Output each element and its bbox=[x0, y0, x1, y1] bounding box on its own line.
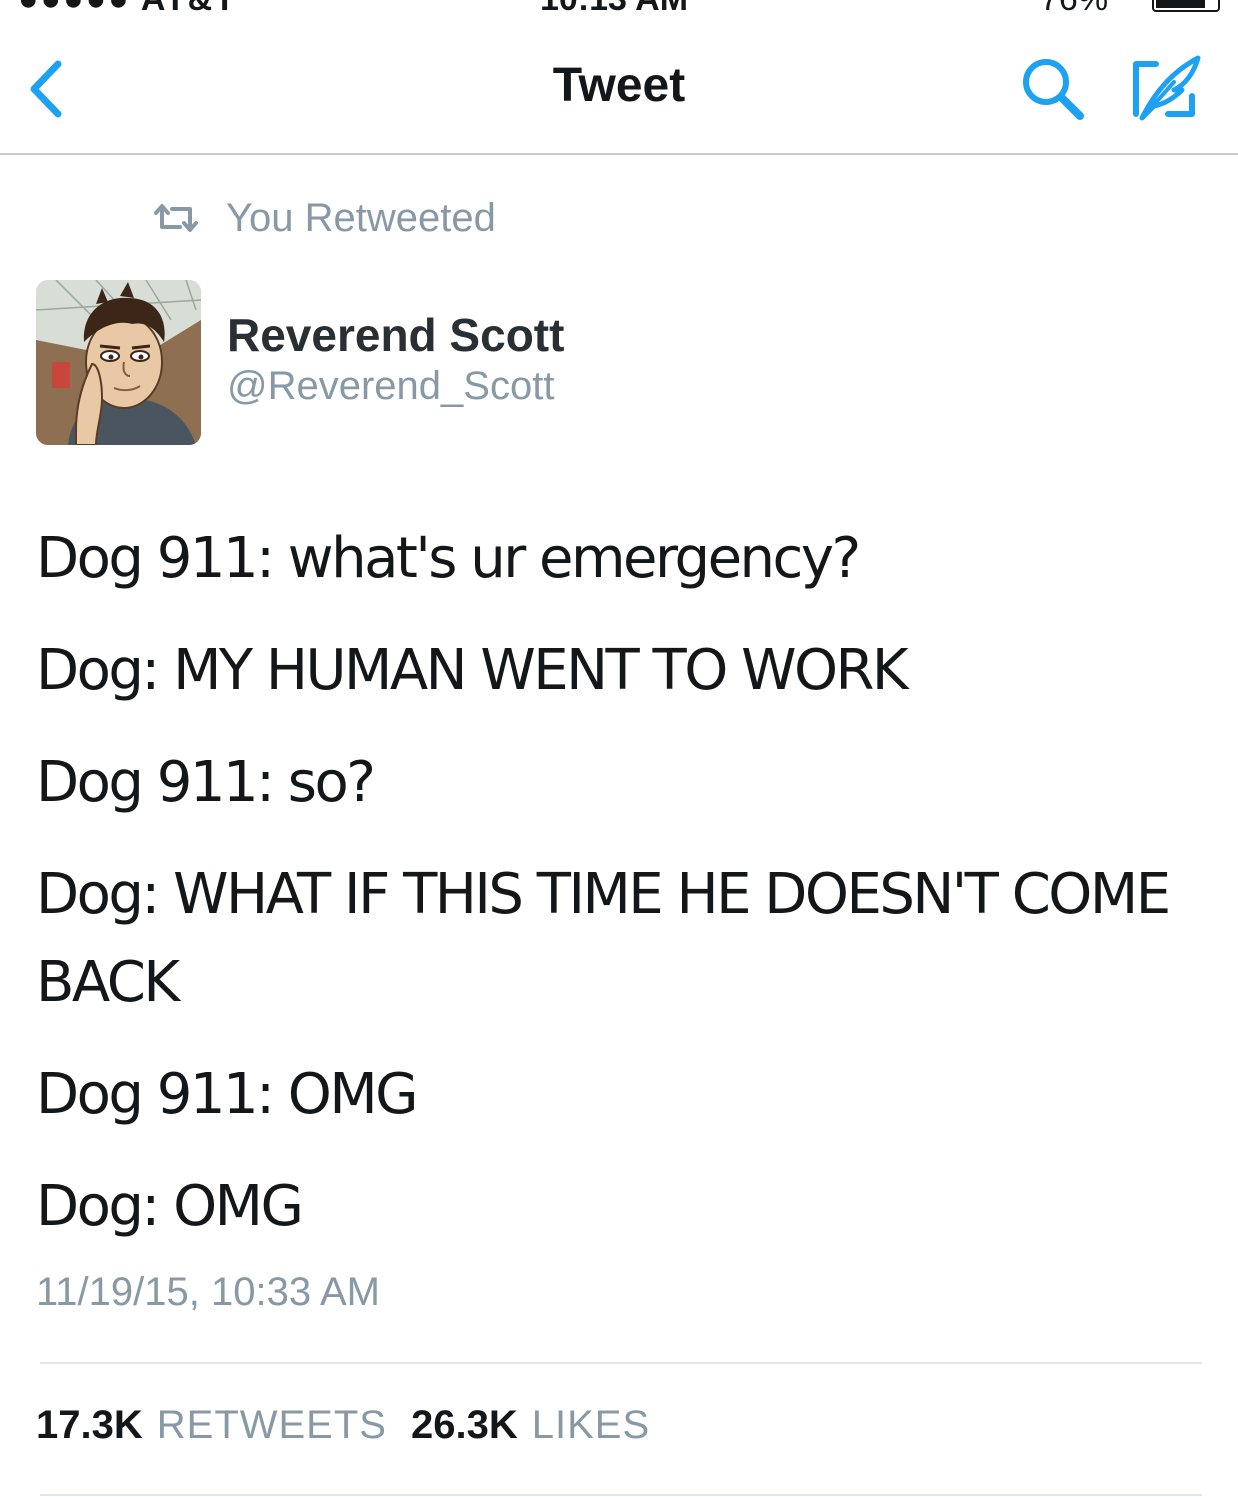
tweet-line: Dog: MY HUMAN WENT TO WORK bbox=[36, 638, 909, 703]
battery-icon bbox=[1152, 0, 1220, 12]
retweet-context: You Retweeted bbox=[152, 190, 496, 246]
retweet-icon bbox=[154, 204, 198, 232]
retweets-label: RETWEETS bbox=[156, 1403, 387, 1447]
divider bbox=[40, 1494, 1202, 1496]
tweet-line: Dog 911: OMG bbox=[36, 1062, 419, 1127]
retweets-count: 17.3K bbox=[36, 1403, 143, 1447]
author-handle[interactable]: @Reverend_Scott bbox=[227, 364, 554, 409]
retweet-context-label: You Retweeted bbox=[226, 195, 496, 240]
divider bbox=[40, 1362, 1202, 1364]
compose-button[interactable] bbox=[1128, 54, 1202, 124]
carrier-label: ●●●●● AT&T bbox=[18, 0, 237, 12]
battery-percent: 76% bbox=[1040, 0, 1108, 12]
tweet-text: Dog 911: what's ur emergency? Dog: MY HU… bbox=[36, 515, 1216, 1275]
nav-bar: Tweet bbox=[0, 12, 1238, 155]
battery-fill bbox=[1156, 0, 1205, 8]
likes-count: 26.3K bbox=[410, 1403, 518, 1447]
status-bar: ●●●●● AT&T 10:13 AM 76% bbox=[0, 0, 1238, 12]
avatar[interactable] bbox=[36, 280, 201, 445]
search-icon bbox=[1023, 59, 1084, 120]
tweet-stats: 17.3K RETWEETS 26.3K LIKES bbox=[36, 1403, 674, 1448]
likes-stat[interactable]: 26.3K LIKES bbox=[411, 1403, 650, 1448]
tweet-line: Dog 911: so? bbox=[36, 750, 376, 815]
tweet-timestamp: 11/19/15, 10:33 AM bbox=[36, 1270, 380, 1314]
author-name[interactable]: Reverend Scott bbox=[227, 308, 564, 362]
tweet-line: Dog: WHAT IF THIS TIME HE DOESN'T COME B… bbox=[36, 862, 1184, 1015]
tweet-line: Dog 911: what's ur emergency? bbox=[36, 526, 861, 591]
compose-tweet-icon bbox=[1133, 55, 1201, 121]
likes-label: LIKES bbox=[531, 1403, 651, 1447]
tweet-line: Dog: OMG bbox=[36, 1174, 304, 1239]
avatar-illustration bbox=[36, 280, 201, 445]
status-time: 10:13 AM bbox=[540, 0, 688, 12]
retweets-stat[interactable]: 17.3K RETWEETS bbox=[36, 1403, 387, 1448]
search-button[interactable] bbox=[1020, 56, 1086, 122]
